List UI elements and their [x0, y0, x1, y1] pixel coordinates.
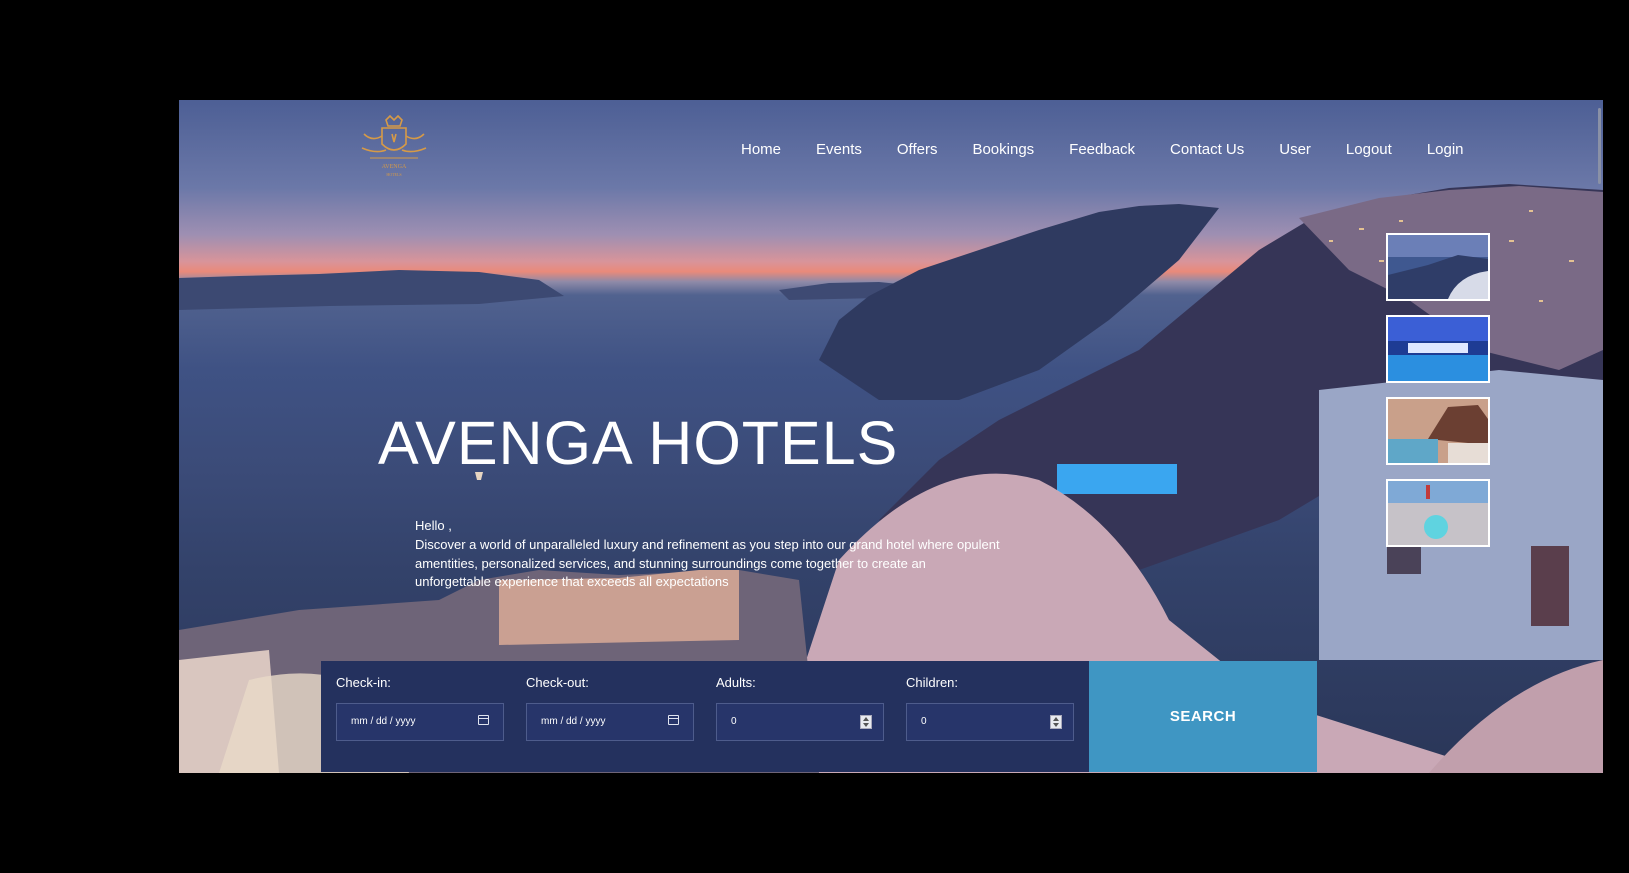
pool-night-thumbnail[interactable]: [1386, 315, 1490, 383]
adults-value: 0: [731, 716, 737, 727]
scrollbar[interactable]: [1598, 108, 1601, 184]
hero-description: Discover a world of unparalleled luxury …: [415, 537, 1000, 589]
nav-home[interactable]: Home: [741, 141, 781, 158]
svg-text:HOTELS: HOTELS: [386, 172, 401, 177]
checkin-value: mm / dd / yyyy: [351, 716, 416, 727]
booking-form: Check-in: mm / dd / yyyy Check-out: mm /…: [321, 661, 1089, 772]
nav-feedback[interactable]: Feedback: [1069, 141, 1135, 158]
nav-contact-us[interactable]: Contact Us: [1170, 141, 1244, 158]
spinner-icon[interactable]: [860, 715, 872, 729]
children-value: 0: [921, 716, 927, 727]
coast-thumbnail[interactable]: [1386, 233, 1490, 301]
checkout-label: Check-out:: [526, 675, 589, 690]
nav-events[interactable]: Events: [816, 141, 862, 158]
calendar-icon[interactable]: [668, 715, 679, 725]
greeting-text: Hello ,: [415, 518, 452, 533]
children-input[interactable]: 0: [906, 703, 1074, 741]
nav-user[interactable]: User: [1279, 141, 1311, 158]
svg-text:AVENGA: AVENGA: [382, 164, 407, 170]
checkin-label: Check-in:: [336, 675, 391, 690]
spinner-icon[interactable]: [1050, 715, 1062, 729]
nav-login[interactable]: Login: [1427, 141, 1464, 158]
cruise-deck-thumbnail[interactable]: [1386, 479, 1490, 547]
search-button[interactable]: SEARCH: [1089, 661, 1317, 772]
checkin-input[interactable]: mm / dd / yyyy: [336, 703, 504, 741]
nav-offers[interactable]: Offers: [897, 141, 938, 158]
resort-pool-thumbnail[interactable]: [1386, 397, 1490, 465]
adults-label: Adults:: [716, 675, 756, 690]
main-nav: Home Events Offers Bookings Feedback Con…: [741, 141, 1464, 158]
nav-bookings[interactable]: Bookings: [972, 141, 1034, 158]
calendar-icon[interactable]: [478, 715, 489, 725]
nav-logout[interactable]: Logout: [1346, 141, 1392, 158]
checkout-value: mm / dd / yyyy: [541, 716, 606, 727]
adults-input[interactable]: 0: [716, 703, 884, 741]
crest-logo-icon[interactable]: AVENGA HOTELS: [356, 114, 432, 180]
hero-title: AVENGA HOTELS: [378, 409, 899, 477]
checkout-input[interactable]: mm / dd / yyyy: [526, 703, 694, 741]
children-label: Children:: [906, 675, 959, 690]
